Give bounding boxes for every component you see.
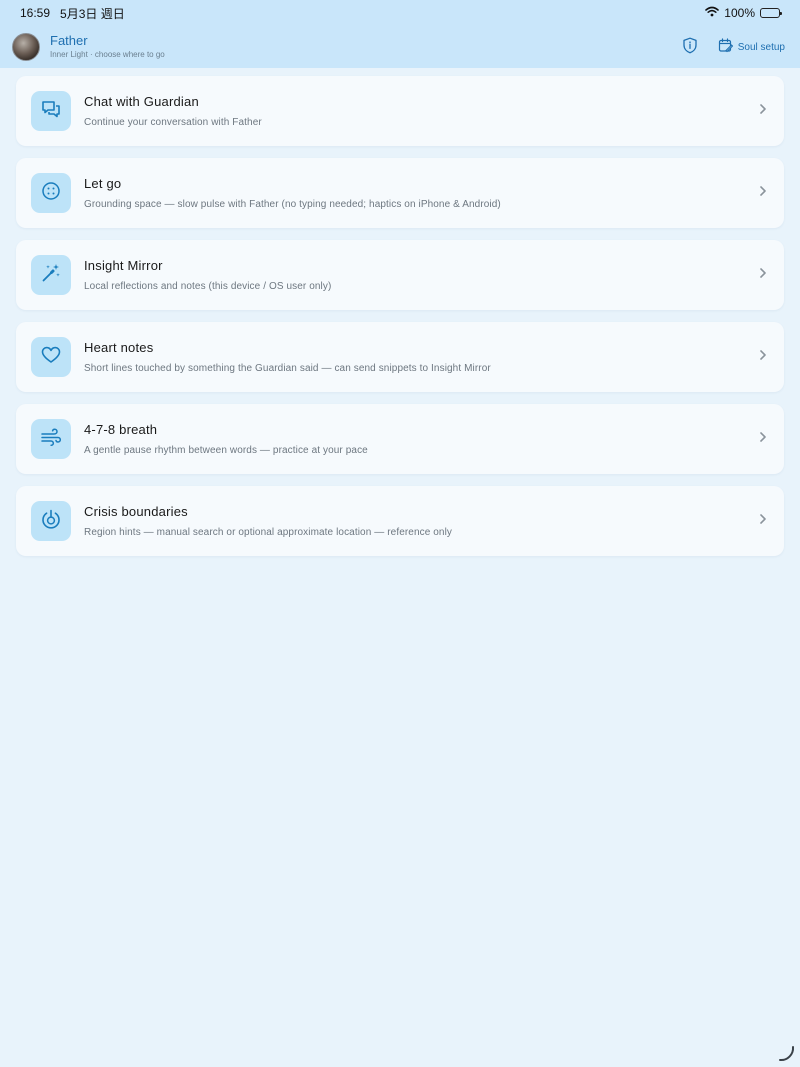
card-description: Grounding space — slow pulse with Father… [84, 199, 501, 210]
chat-bubbles-icon [40, 98, 62, 125]
card-title: Chat with Guardian [84, 94, 199, 109]
card-icon-tile [31, 173, 71, 213]
safety-button[interactable] [682, 37, 698, 57]
heart-notes-card[interactable]: Heart notes Short lines touched by somet… [16, 322, 784, 392]
app-header: Father Inner Light · choose where to go [0, 26, 800, 68]
header-actions: Soul setup [682, 37, 785, 57]
card-text: Insight Mirror Local reflections and not… [84, 258, 758, 292]
page-title: Father [50, 33, 88, 49]
status-date: 5月3日 週日 [60, 6, 125, 21]
heart-icon [40, 344, 62, 371]
header-title-group: Father Inner Light · choose where to go [50, 34, 165, 59]
crisis-boundaries-card[interactable]: Crisis boundaries Region hints — manual … [16, 486, 784, 556]
avatar[interactable] [12, 33, 40, 61]
insight-mirror-card[interactable]: Insight Mirror Local reflections and not… [16, 240, 784, 310]
card-icon-tile [31, 91, 71, 131]
card-icon-tile [31, 419, 71, 459]
loading-spinner-icon [776, 1043, 796, 1063]
magic-wand-icon [40, 262, 62, 289]
wifi-icon [705, 6, 720, 20]
status-left: 16:59 5月3日 週日 [20, 5, 125, 22]
card-title: Let go [84, 176, 122, 191]
calendar-edit-icon [718, 38, 734, 56]
shield-info-icon [682, 37, 698, 57]
card-title: Insight Mirror [84, 258, 163, 273]
breath-478-card[interactable]: 4-7-8 breath A gentle pause rhythm betwe… [16, 404, 784, 474]
wind-icon [40, 426, 62, 453]
chevron-right-icon [758, 512, 768, 531]
chevron-right-icon [758, 102, 768, 121]
card-icon-tile [31, 501, 71, 541]
header-left: Father Inner Light · choose where to go [12, 33, 165, 61]
card-title: 4-7-8 breath [84, 422, 158, 437]
soul-setup-label: Soul setup [737, 41, 785, 53]
chevron-right-icon [758, 348, 768, 367]
card-text: Heart notes Short lines touched by somet… [84, 340, 758, 374]
card-text: Let go Grounding space — slow pulse with… [84, 176, 758, 210]
dots-circle-icon [40, 180, 62, 207]
card-description: Continue your conversation with Father [84, 117, 262, 128]
card-text: Chat with Guardian Continue your convers… [84, 94, 758, 128]
power-target-icon [40, 508, 62, 535]
chevron-right-icon [758, 266, 768, 285]
chat-with-guardian-card[interactable]: Chat with Guardian Continue your convers… [16, 76, 784, 146]
page-subtitle: Inner Light · choose where to go [50, 49, 165, 59]
app-screen: 16:59 5月3日 週日 100% Father Inner Light · [0, 0, 800, 1067]
status-time: 16:59 [20, 6, 51, 20]
chevron-right-icon [758, 430, 768, 449]
card-title: Heart notes [84, 340, 154, 355]
destination-list: Chat with Guardian Continue your convers… [16, 76, 784, 568]
card-text: Crisis boundaries Region hints — manual … [84, 504, 758, 538]
status-right: 100% [705, 6, 782, 20]
status-bar: 16:59 5月3日 週日 100% [0, 0, 800, 26]
battery-icon [760, 8, 782, 18]
chevron-right-icon [758, 184, 768, 203]
let-go-card[interactable]: Let go Grounding space — slow pulse with… [16, 158, 784, 228]
card-description: Region hints — manual search or optional… [84, 527, 452, 538]
card-icon-tile [31, 337, 71, 377]
soul-setup-button[interactable]: Soul setup [718, 38, 785, 56]
card-title: Crisis boundaries [84, 504, 188, 519]
card-description: Short lines touched by something the Gua… [84, 363, 491, 374]
card-description: Local reflections and notes (this device… [84, 281, 332, 292]
card-icon-tile [31, 255, 71, 295]
battery-percent: 100% [724, 6, 755, 20]
card-description: A gentle pause rhythm between words — pr… [84, 445, 368, 456]
card-text: 4-7-8 breath A gentle pause rhythm betwe… [84, 422, 758, 456]
